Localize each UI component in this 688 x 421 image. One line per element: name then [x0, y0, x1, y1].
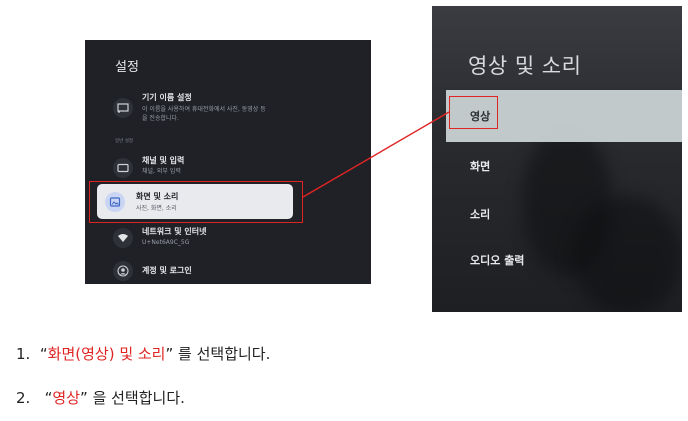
step-1-text: 를 선택합니다. — [173, 345, 271, 363]
step-2-quote-close: ” — [80, 389, 88, 407]
step-1-quote-open: “ — [39, 345, 48, 363]
step-1-number: 1. — [16, 345, 31, 363]
step-1-highlight: 화면(영상) 및 소리 — [47, 345, 166, 363]
step-2-text: 을 선택합니다. — [87, 389, 185, 407]
step-2-number: 2. — [16, 389, 31, 407]
instruction-step-1: 1. “화면(영상) 및 소리” 를 선택합니다. — [16, 343, 270, 364]
step-2-highlight: 영상 — [52, 389, 81, 407]
instruction-step-2: 2. “영상” 을 선택합니다. — [16, 387, 185, 408]
